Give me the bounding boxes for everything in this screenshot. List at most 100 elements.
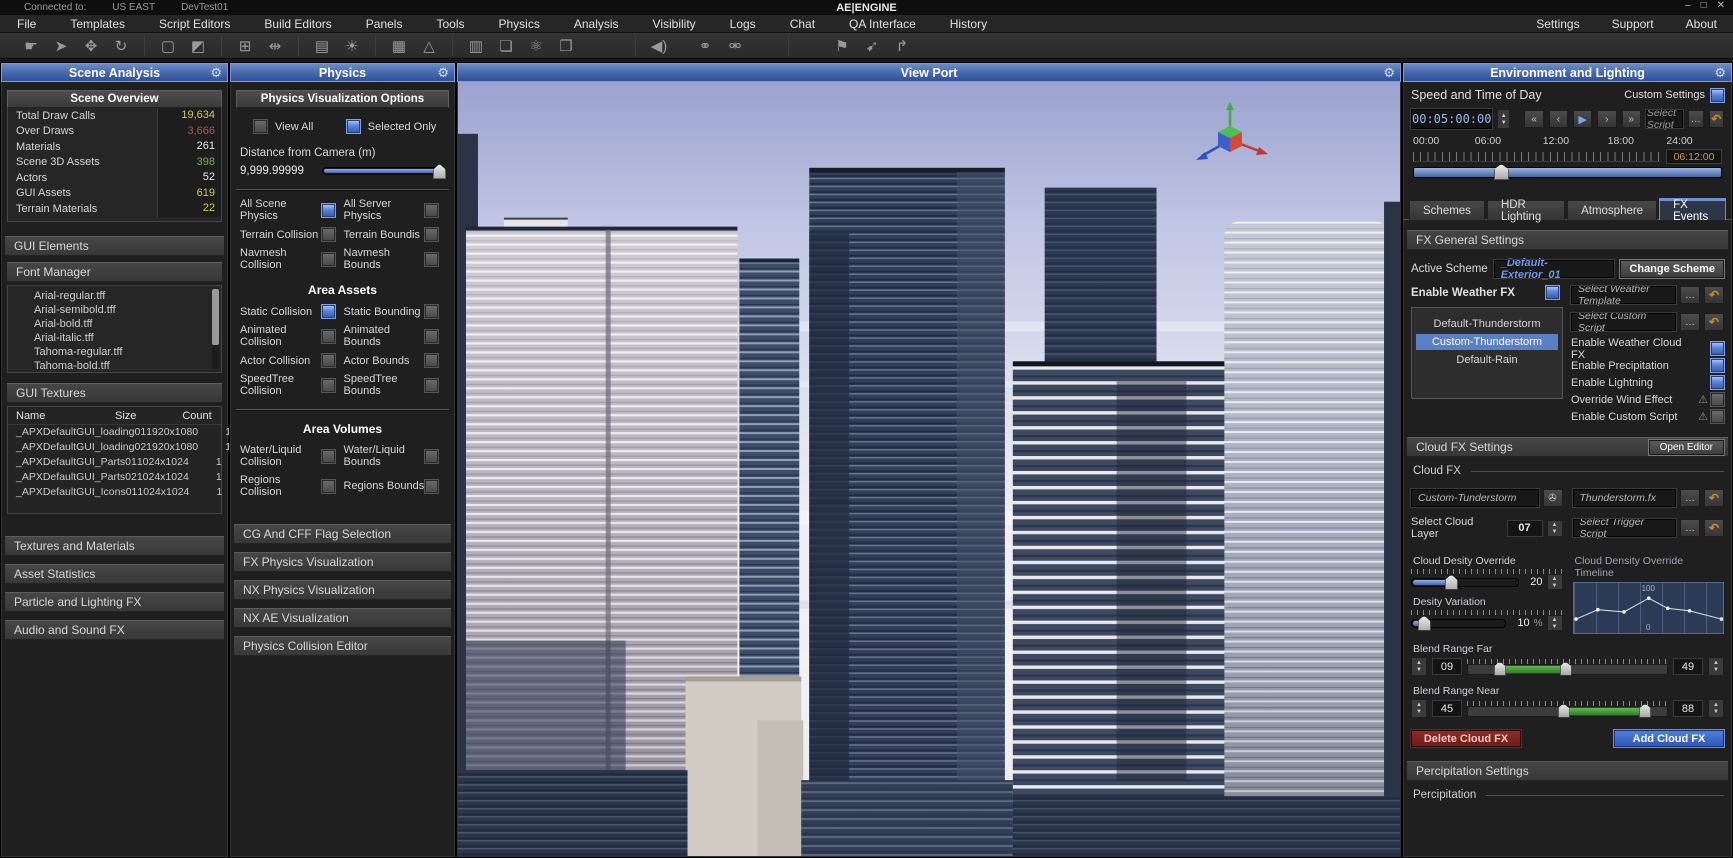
select-script-field[interactable]: Select Script — [1646, 110, 1683, 128]
step-back-button[interactable]: ‹ — [1549, 110, 1568, 128]
browse-weather-template-button[interactable]: … — [1680, 286, 1700, 304]
blend-near-high-handle[interactable] — [1639, 704, 1651, 718]
menu-physics[interactable]: Physics — [482, 17, 557, 31]
density-timeline-graph[interactable]: 100 0 — [1573, 582, 1725, 634]
blend-far-high-handle[interactable] — [1560, 662, 1572, 676]
font-item[interactable]: Tahoma-regular.tff — [8, 345, 221, 359]
selected-only-checkbox[interactable] — [347, 120, 360, 133]
blend-range-near-slider[interactable] — [1467, 701, 1668, 717]
menu-templates[interactable]: Templates — [53, 17, 142, 31]
undo-weather-template-button[interactable]: ↶ — [1704, 286, 1724, 304]
sun-light-icon[interactable]: ☀ — [339, 35, 365, 57]
water-liquid-bounds-checkbox[interactable] — [425, 450, 438, 463]
audio-icon[interactable]: ◀) — [646, 35, 672, 57]
hand-tool-icon[interactable]: ☛ — [18, 35, 44, 57]
grid-snap-icon[interactable]: ⊞ — [232, 35, 258, 57]
undo-custom-script-button[interactable]: ↶ — [1704, 313, 1724, 331]
open-editor-button[interactable]: Open Editor — [1649, 440, 1724, 455]
font-manager-section[interactable]: Font Manager — [7, 262, 222, 282]
all-server-physics-checkbox[interactable] — [425, 204, 438, 217]
script-page-icon[interactable]: ❐ — [553, 35, 579, 57]
distance-slider[interactable] — [322, 167, 445, 175]
distance-slider-handle[interactable] — [433, 164, 446, 179]
density-variation-stepper[interactable]: ▲▼ — [1547, 615, 1563, 631]
override-wind-effect-checkbox[interactable] — [1711, 393, 1724, 406]
unlink-icon[interactable]: ⚮ — [722, 35, 748, 57]
blend-near-low-handle[interactable] — [1558, 704, 1570, 718]
density-override-stepper[interactable]: ▲▼ — [1547, 574, 1563, 590]
menu-tools[interactable]: Tools — [419, 17, 481, 31]
walk-arrow-icon[interactable]: ➹ — [859, 35, 885, 57]
speedtree-bounds-checkbox[interactable] — [425, 379, 438, 392]
time-of-day-field[interactable]: 00:05:00:00 — [1411, 109, 1492, 129]
menu-script-editors[interactable]: Script Editors — [142, 17, 247, 31]
section-physics-collision-editor[interactable]: Physics Collision Editor — [234, 636, 451, 656]
navmesh-collision-checkbox[interactable] — [322, 253, 335, 266]
font-item[interactable]: Arial-bold.tff — [8, 317, 221, 331]
rotate-tool-icon[interactable]: ↻ — [108, 35, 134, 57]
undo-trigger-script-button[interactable]: ↶ — [1704, 519, 1724, 537]
enable-custom-script-checkbox[interactable] — [1711, 410, 1724, 423]
animated-bounds-checkbox[interactable] — [425, 330, 438, 343]
section-asset-statistics[interactable]: Asset Statistics — [5, 564, 224, 584]
gear-icon[interactable]: ⚙ — [210, 65, 222, 81]
cloud-density-override-slider[interactable] — [1411, 578, 1519, 587]
minimize-button[interactable]: – — [1685, 0, 1691, 11]
menu-analysis[interactable]: Analysis — [557, 17, 636, 31]
blend-far-min-value[interactable]: 09 — [1432, 658, 1462, 675]
tab-atmosphere[interactable]: Atmosphere — [1567, 200, 1657, 220]
cloud-layer-stepper[interactable]: ▲▼ — [1547, 520, 1563, 537]
asset-bundle-icon[interactable]: ▦ — [386, 35, 412, 57]
table-row[interactable]: _APXDefaultGUI_Parts021024x10241 — [8, 470, 221, 485]
regions-collision-checkbox[interactable] — [322, 480, 335, 493]
browse-script-button[interactable]: … — [1688, 110, 1704, 128]
physics-atom-icon[interactable]: ⚛ — [523, 35, 549, 57]
table-row[interactable]: _APXDefaultGUI_Icons011024x10241 — [8, 485, 221, 500]
link-icon[interactable]: ⚭ — [692, 35, 718, 57]
navmesh-bounds-checkbox[interactable] — [425, 253, 438, 266]
table-row[interactable]: _APXDefaultGUI_loading011920x10801 — [8, 425, 221, 440]
blend-far-max-stepper[interactable]: ▲▼ — [1708, 657, 1724, 676]
actor-bounds-checkbox[interactable] — [425, 354, 438, 367]
blend-range-far-slider[interactable] — [1467, 659, 1668, 675]
menu-support[interactable]: Support — [1596, 17, 1670, 31]
menu-about[interactable]: About — [1670, 17, 1733, 31]
save-icon[interactable]: ✇ — [1543, 489, 1563, 507]
cloud-fx-name-field[interactable]: Custom-Tunderstorm — [1411, 489, 1539, 507]
menu-history[interactable]: History — [933, 17, 1004, 31]
blend-far-low-handle[interactable] — [1494, 662, 1506, 676]
static-bounding-checkbox[interactable] — [425, 305, 438, 318]
actor-collision-checkbox[interactable] — [322, 354, 335, 367]
blend-near-max-stepper[interactable]: ▲▼ — [1708, 699, 1724, 718]
table-row[interactable]: _APXDefaultGUI_Parts011024x10241 — [8, 455, 221, 470]
section-textures-and-materials[interactable]: Textures and Materials — [5, 536, 224, 556]
menu-build-editors[interactable]: Build Editors — [247, 17, 348, 31]
font-item[interactable]: Tahoma-bold.tff — [8, 359, 221, 373]
menu-chat[interactable]: Chat — [773, 17, 832, 31]
density-variation-handle[interactable] — [1418, 616, 1431, 631]
cloud-layer-value[interactable]: 07 — [1507, 520, 1543, 537]
rewind-button[interactable]: « — [1524, 110, 1543, 128]
change-scheme-button[interactable]: Change Scheme — [1620, 260, 1724, 278]
distance-value[interactable]: 9,999.99999 — [240, 165, 314, 177]
menu-file[interactable]: File — [0, 17, 53, 31]
select-tool-icon[interactable]: ➤ — [48, 35, 74, 57]
regions-bounds-checkbox[interactable] — [425, 480, 438, 493]
environment-header[interactable]: Environment and Lighting ⚙ — [1403, 63, 1732, 82]
undo-fx-file-button[interactable]: ↶ — [1704, 489, 1724, 507]
browse-fx-file-button[interactable]: … — [1680, 489, 1700, 507]
static-collision-checkbox[interactable] — [322, 305, 335, 318]
blend-near-min-stepper[interactable]: ▲▼ — [1411, 699, 1427, 718]
enable-lightning-checkbox[interactable] — [1711, 376, 1724, 389]
animated-collision-checkbox[interactable] — [322, 330, 335, 343]
water-liquid-collision-checkbox[interactable] — [322, 450, 335, 463]
close-button[interactable]: ✕ — [1717, 0, 1725, 11]
terrain-collision-checkbox[interactable] — [322, 228, 335, 241]
fx-general-settings-section[interactable]: FX General Settings — [1407, 230, 1728, 250]
section-fx-physics-viz[interactable]: FX Physics Visualization — [234, 552, 451, 572]
select-weather-template-field[interactable]: Select Weather Template — [1571, 286, 1676, 304]
tab-schemes[interactable]: Schemes — [1409, 200, 1485, 220]
delete-cloud-fx-button[interactable]: Delete Cloud FX — [1411, 730, 1521, 747]
menu-visibility[interactable]: Visibility — [636, 17, 713, 31]
library-icon[interactable]: ▥ — [463, 35, 489, 57]
